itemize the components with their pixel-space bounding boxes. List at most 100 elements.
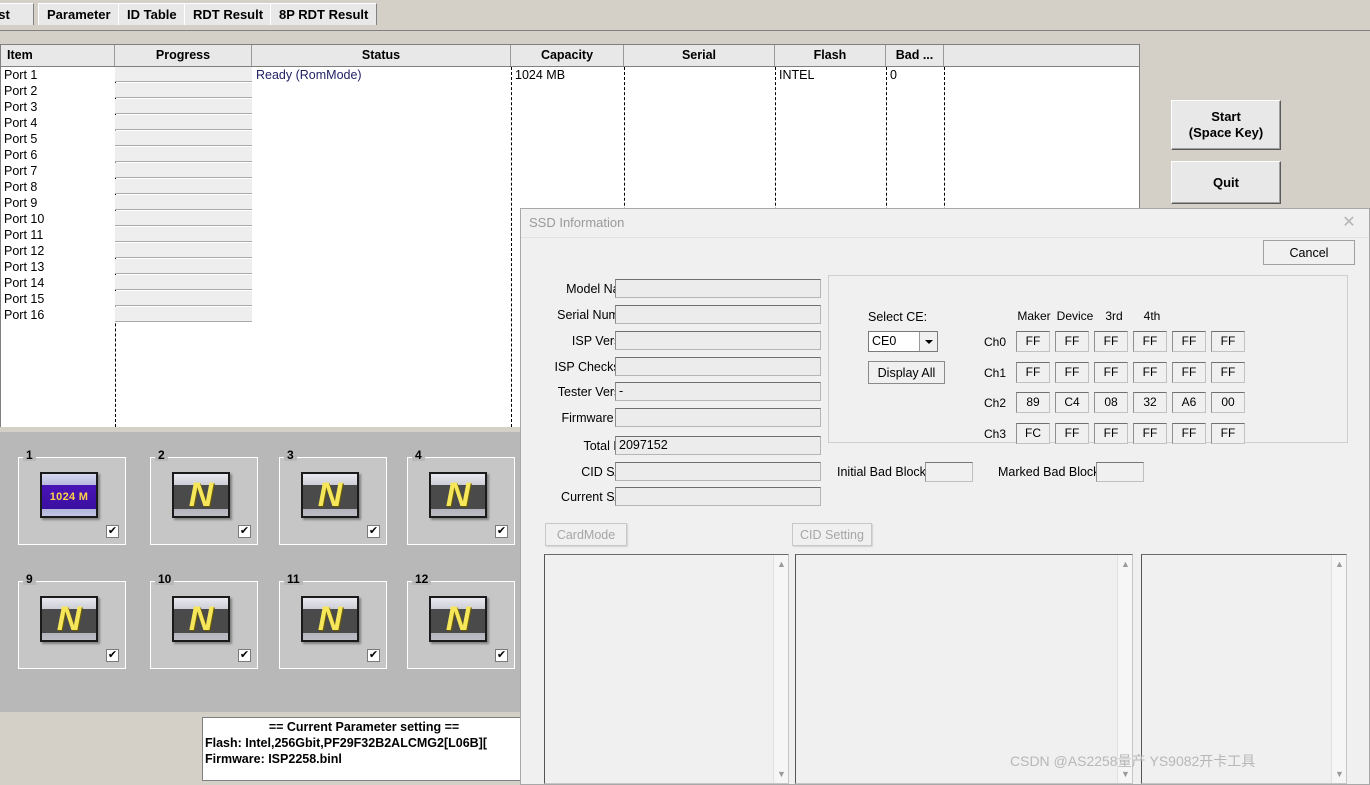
table-row[interactable]: Port 5 bbox=[4, 131, 37, 147]
table-row[interactable]: Port 9 bbox=[4, 195, 37, 211]
isp-version-field[interactable] bbox=[615, 331, 821, 350]
isp-checksum-field[interactable] bbox=[615, 357, 821, 376]
firmware-tag-field[interactable] bbox=[615, 408, 821, 427]
device-tile-11[interactable]: 11 N ✔ bbox=[279, 573, 387, 669]
ce-cell[interactable]: FF bbox=[1211, 423, 1245, 444]
ce-cell[interactable]: FF bbox=[1094, 362, 1128, 383]
table-row[interactable]: Port 2 bbox=[4, 83, 37, 99]
chevron-down-icon[interactable] bbox=[919, 332, 937, 351]
scroll-up-icon[interactable]: ▲ bbox=[1332, 557, 1347, 571]
grid-header-bad[interactable]: Bad ... bbox=[886, 45, 944, 66]
table-row[interactable]: Port 4 bbox=[4, 115, 37, 131]
table-row[interactable]: Port 13 bbox=[4, 259, 44, 275]
device-tile-checkbox[interactable]: ✔ bbox=[238, 649, 251, 662]
ce-cell[interactable]: 00 bbox=[1211, 392, 1245, 413]
ce-cell[interactable]: FF bbox=[1172, 331, 1206, 352]
scroll-up-icon[interactable]: ▲ bbox=[774, 557, 789, 571]
table-row[interactable]: Port 7 bbox=[4, 163, 37, 179]
ce-cell[interactable]: FF bbox=[1055, 362, 1089, 383]
table-row[interactable]: Port 3 bbox=[4, 99, 37, 115]
ce-cell[interactable]: FF bbox=[1055, 331, 1089, 352]
ce-cell[interactable]: FF bbox=[1211, 331, 1245, 352]
ce-cell[interactable]: FF bbox=[1133, 362, 1167, 383]
ce-cell[interactable]: 32 bbox=[1133, 392, 1167, 413]
table-row[interactable]: Port 8 bbox=[4, 179, 37, 195]
scrollbar-vertical[interactable]: ▲ ▼ bbox=[1117, 555, 1132, 783]
model-name-field[interactable] bbox=[615, 279, 821, 298]
grid-header-progress[interactable]: Progress bbox=[115, 45, 252, 66]
ce-cell[interactable]: FF bbox=[1094, 423, 1128, 444]
scroll-up-icon[interactable]: ▲ bbox=[1118, 557, 1133, 571]
ce-cell[interactable]: FF bbox=[1172, 362, 1206, 383]
dialog-title-bar[interactable]: SSD Information ✕ bbox=[521, 209, 1369, 238]
quit-button[interactable]: Quit bbox=[1171, 161, 1281, 204]
log-listbox-right[interactable]: ▲ ▼ bbox=[1141, 554, 1347, 784]
table-row[interactable]: Port 15 bbox=[4, 291, 44, 307]
scrollbar-vertical[interactable]: ▲ ▼ bbox=[773, 555, 788, 783]
ce-cell[interactable]: A6 bbox=[1172, 392, 1206, 413]
device-tile-9[interactable]: 9 N ✔ bbox=[18, 573, 126, 669]
table-row[interactable]: Port 10 bbox=[4, 211, 44, 227]
tab-8p-rdt-result[interactable]: 8P RDT Result bbox=[270, 3, 378, 25]
scroll-down-icon[interactable]: ▼ bbox=[774, 767, 789, 781]
ce-cell[interactable]: 08 bbox=[1094, 392, 1128, 413]
grid-header-status[interactable]: Status bbox=[252, 45, 511, 66]
tester-version-field[interactable]: - bbox=[615, 382, 821, 401]
scrollbar-vertical[interactable]: ▲ ▼ bbox=[1331, 555, 1346, 783]
ce-cell[interactable]: FF bbox=[1016, 331, 1050, 352]
ce-cell[interactable]: FC bbox=[1016, 423, 1050, 444]
tab-parameter[interactable]: Parameter bbox=[38, 3, 120, 25]
tab-id-table[interactable]: ID Table bbox=[118, 3, 186, 25]
device-tile-3[interactable]: 3 N ✔ bbox=[279, 449, 387, 545]
initial-bad-block-field[interactable] bbox=[925, 462, 973, 482]
select-ce-dropdown[interactable]: CE0 bbox=[868, 331, 938, 352]
device-tile-checkbox[interactable]: ✔ bbox=[106, 525, 119, 538]
table-row[interactable]: Port 12 bbox=[4, 243, 44, 259]
device-tile-checkbox[interactable]: ✔ bbox=[367, 525, 380, 538]
display-all-button[interactable]: Display All bbox=[868, 361, 945, 384]
device-tile-10[interactable]: 10 N ✔ bbox=[150, 573, 258, 669]
card-mode-button[interactable]: CardMode bbox=[545, 523, 627, 546]
ce-cell[interactable]: C4 bbox=[1055, 392, 1089, 413]
ce-cell[interactable]: FF bbox=[1172, 423, 1206, 444]
device-tile-checkbox[interactable]: ✔ bbox=[495, 649, 508, 662]
cid-setting-button[interactable]: CID Setting bbox=[792, 523, 872, 546]
start-button[interactable]: Start (Space Key) bbox=[1171, 100, 1281, 150]
cancel-button[interactable]: Cancel bbox=[1263, 240, 1355, 265]
ce-cell[interactable]: FF bbox=[1016, 362, 1050, 383]
device-tile-12[interactable]: 12 N ✔ bbox=[407, 573, 515, 669]
grid-header-capacity[interactable]: Capacity bbox=[511, 45, 624, 66]
log-listbox-left[interactable]: ▲ ▼ bbox=[544, 554, 789, 784]
grid-header-serial[interactable]: Serial bbox=[624, 45, 775, 66]
ce-cell[interactable]: FF bbox=[1055, 423, 1089, 444]
total-lba-field[interactable]: 2097152 bbox=[615, 436, 821, 455]
serial-number-field[interactable] bbox=[615, 305, 821, 324]
tab-rdt-result[interactable]: RDT Result bbox=[184, 3, 273, 25]
close-icon[interactable]: ✕ bbox=[1339, 213, 1359, 233]
table-row[interactable]: Port 6 bbox=[4, 147, 37, 163]
current-sata-field[interactable] bbox=[615, 487, 821, 506]
scroll-down-icon[interactable]: ▼ bbox=[1332, 767, 1347, 781]
table-row[interactable]: Port 1 bbox=[4, 67, 37, 83]
device-tile-checkbox[interactable]: ✔ bbox=[106, 649, 119, 662]
device-tile-2[interactable]: 2 N ✔ bbox=[150, 449, 258, 545]
grid-header-item[interactable]: Item bbox=[1, 45, 115, 66]
ce-cell[interactable]: 89 bbox=[1016, 392, 1050, 413]
tab-test[interactable]: est bbox=[0, 3, 34, 25]
table-row[interactable]: Port 16 bbox=[4, 307, 44, 323]
table-row[interactable]: Port 11 bbox=[4, 227, 43, 243]
ce-cell[interactable]: FF bbox=[1211, 362, 1245, 383]
table-row[interactable]: Port 14 bbox=[4, 275, 44, 291]
marked-bad-block-field[interactable] bbox=[1096, 462, 1144, 482]
device-tile-1[interactable]: 1 1024 M ✔ bbox=[18, 449, 126, 545]
ce-cell[interactable]: FF bbox=[1133, 423, 1167, 444]
device-tile-checkbox[interactable]: ✔ bbox=[495, 525, 508, 538]
grid-header-flash[interactable]: Flash bbox=[775, 45, 886, 66]
log-listbox-middle[interactable]: ▲ ▼ bbox=[795, 554, 1133, 784]
ce-cell[interactable]: FF bbox=[1133, 331, 1167, 352]
device-tile-checkbox[interactable]: ✔ bbox=[238, 525, 251, 538]
device-tile-checkbox[interactable]: ✔ bbox=[367, 649, 380, 662]
device-tile-4[interactable]: 4 N ✔ bbox=[407, 449, 515, 545]
cid-sata-field[interactable] bbox=[615, 462, 821, 481]
ce-cell[interactable]: FF bbox=[1094, 331, 1128, 352]
